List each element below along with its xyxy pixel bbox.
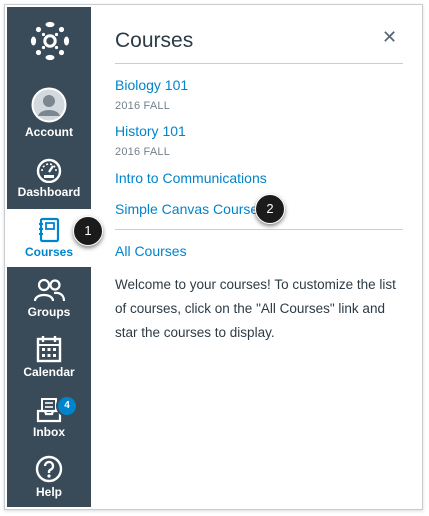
divider-top: [115, 63, 403, 64]
nav-item-account[interactable]: Account: [7, 87, 91, 139]
welcome-message: Welcome to your courses! To customize th…: [115, 277, 396, 340]
global-navigation: Account Dashboard Courses Groups Calenda…: [7, 7, 91, 507]
nav-label-account: Account: [25, 125, 73, 139]
step-callout-2: 2: [255, 194, 285, 224]
course-link-intro-to-communications[interactable]: Intro to Communications: [115, 170, 267, 186]
nav-item-calendar[interactable]: Calendar: [7, 335, 91, 379]
nav-item-help[interactable]: Help: [7, 455, 91, 499]
courses-tray: Courses ✕ Biology 101 2016 FALL History …: [91, 7, 411, 507]
inbox-unread-badge: 4: [56, 395, 78, 417]
groups-people-icon: [33, 278, 66, 302]
nav-item-dashboard[interactable]: Dashboard: [7, 157, 91, 199]
all-courses-link[interactable]: All Courses: [115, 243, 187, 259]
courses-book-icon: [39, 217, 60, 243]
nav-label-dashboard: Dashboard: [17, 185, 81, 199]
nav-label-help: Help: [35, 485, 62, 499]
course-link-biology-101[interactable]: Biology 101: [115, 77, 188, 93]
nav-label-courses: Courses: [24, 245, 74, 259]
close-icon[interactable]: ✕: [382, 27, 397, 48]
course-term-biology-101: 2016 FALL: [115, 100, 171, 112]
canvas-logo-icon[interactable]: [29, 20, 71, 62]
help-question-icon: [35, 455, 63, 483]
nav-item-inbox[interactable]: 4 Inbox: [7, 395, 91, 439]
course-link-history-101[interactable]: History 101: [115, 123, 186, 139]
tray-title: Courses: [115, 29, 194, 52]
nav-label-inbox: Inbox: [33, 425, 65, 439]
course-term-history-101: 2016 FALL: [115, 146, 171, 158]
nav-label-calendar: Calendar: [23, 365, 75, 379]
account-avatar-icon: [31, 87, 67, 123]
nav-label-groups: Groups: [27, 305, 71, 319]
nav-item-groups[interactable]: Groups: [7, 277, 91, 319]
calendar-icon: [36, 336, 62, 363]
course-link-simple-canvas-course[interactable]: Simple Canvas Course: [115, 201, 258, 217]
divider-bottom: [115, 229, 403, 230]
dashboard-gauge-icon: [36, 158, 62, 183]
